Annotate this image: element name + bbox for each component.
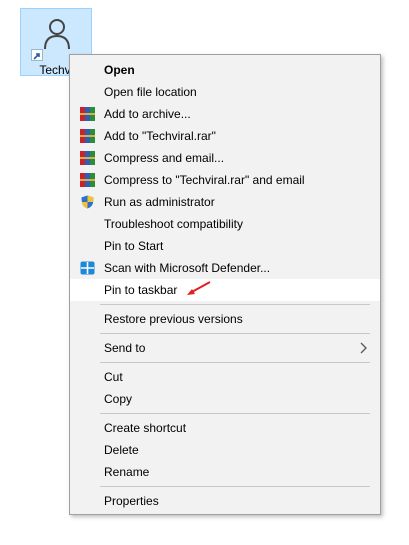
menu-separator [100,304,370,305]
menu-item-delete[interactable]: Delete [70,439,380,461]
menu-item-open-file-location[interactable]: Open file location [70,81,380,103]
menu-separator [100,333,370,334]
defender-icon [80,261,95,275]
menu-item-pin-to-start[interactable]: Pin to Start [70,235,380,257]
menu-item-run-as-administrator[interactable]: Run as administrator [70,191,380,213]
shortcut-arrow-icon [31,49,43,61]
menu-item-compress-and-email[interactable]: Compress and email... [70,147,380,169]
menu-separator [100,362,370,363]
winrar-icon [80,151,95,165]
menu-item-pin-to-taskbar[interactable]: Pin to taskbar [70,279,380,301]
menu-item-add-to-rar[interactable]: Add to "Techviral.rar" [70,125,380,147]
menu-item-cut[interactable]: Cut [70,366,380,388]
uac-shield-icon [81,195,94,209]
winrar-icon [80,129,95,143]
menu-separator [100,486,370,487]
menu-item-add-to-archive[interactable]: Add to archive... [70,103,380,125]
menu-item-create-shortcut[interactable]: Create shortcut [70,417,380,439]
menu-item-rename[interactable]: Rename [70,461,380,483]
winrar-icon [80,173,95,187]
menu-item-open[interactable]: Open [70,59,380,81]
menu-item-send-to[interactable]: Send to [70,337,380,359]
user-icon [44,19,70,50]
annotation-arrow-icon [187,281,211,295]
winrar-icon [80,107,95,121]
menu-separator [100,413,370,414]
menu-item-troubleshoot-compatibility[interactable]: Troubleshoot compatibility [70,213,380,235]
menu-item-properties[interactable]: Properties [70,490,380,512]
chevron-right-icon [360,342,367,354]
menu-item-scan-with-defender[interactable]: Scan with Microsoft Defender... [70,257,380,279]
menu-item-copy[interactable]: Copy [70,388,380,410]
context-menu: Open Open file location Add to archive..… [69,54,381,515]
menu-item-restore-previous-versions[interactable]: Restore previous versions [70,308,380,330]
menu-item-compress-to-rar-and-email[interactable]: Compress to "Techviral.rar" and email [70,169,380,191]
